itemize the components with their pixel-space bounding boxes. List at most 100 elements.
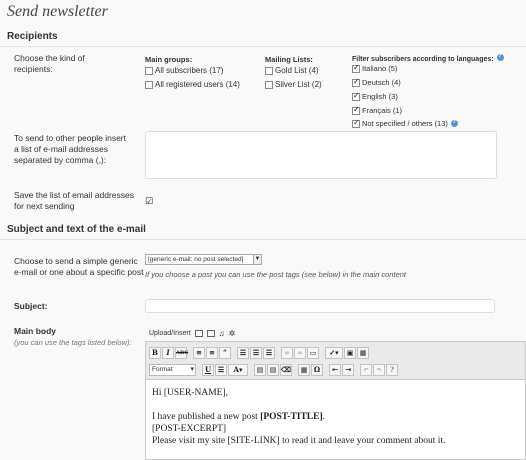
checkbox-silver-list[interactable]: Silver List (2) [265, 80, 322, 89]
subject-input[interactable] [145, 299, 495, 313]
save-list-checkbox[interactable]: ☑ [145, 196, 153, 207]
toolbar-row-2: Format U ☰ A▾ ▤ ▤ ⌫ ▦ Ω ⇤ ⇥ ↶ ↷ ? [149, 364, 398, 376]
spellcheck-button[interactable]: ✓▾ [325, 347, 343, 359]
checkbox-label: Français (1) [362, 106, 403, 115]
checkbox-box[interactable] [352, 77, 360, 87]
paste-word-button[interactable]: ▤ [267, 364, 279, 376]
align-center-button[interactable]: ☰ [250, 347, 262, 359]
chevron-down-icon[interactable]: ▼ [253, 255, 261, 264]
main-body-title: Main body [14, 326, 57, 336]
checkbox-box[interactable] [145, 66, 153, 75]
redo-button[interactable]: ↷ [373, 364, 385, 376]
bullet-list-button[interactable]: ≡ [193, 347, 205, 359]
numbered-list-button[interactable]: ≡ [206, 347, 218, 359]
upload-insert-label: Upload/Insert [149, 330, 191, 337]
recipients-kind-label: Choose the kind of recipients: [14, 53, 85, 74]
editor-toolbar: B I ABC ≡ ≡ “ ☰ ☰ ☰ ∞ ∞ ▭ ✓▾ ▣ ▦ Format … [146, 342, 525, 380]
other-emails-label: To send to other people insert a list of… [14, 133, 126, 165]
rich-text-editor[interactable]: B I ABC ≡ ≡ “ ☰ ☰ ☰ ∞ ∞ ▭ ✓▾ ▣ ▦ Format … [145, 341, 526, 460]
save-list-label: Save the list of email addresses for nex… [14, 190, 135, 211]
recipients-section-title: Recipients [7, 31, 58, 42]
body-visit-line: Please visit my site [SITE-LINK] to read… [152, 436, 446, 446]
link-button[interactable]: ∞ [281, 347, 293, 359]
checkbox-label: Silver List (2) [275, 80, 322, 89]
main-body-label: Main body (you can use the tags listed b… [14, 326, 134, 348]
post-hint: If you choose a post you can use the pos… [145, 270, 406, 279]
indent-button[interactable]: ⇥ [342, 364, 354, 376]
checkbox-lang-italiano[interactable]: Italiano (5) [352, 63, 398, 73]
checkbox-gold-list[interactable]: Gold List (4) [265, 66, 319, 75]
subject-label: Subject: [14, 301, 48, 311]
add-media-icon[interactable]: ✲ [229, 329, 236, 338]
justify-button[interactable]: ☰ [215, 364, 227, 376]
bold-button[interactable]: B [149, 347, 161, 359]
outdent-button[interactable]: ⇤ [329, 364, 341, 376]
body-published-line: I have published a new post [POST-TITLE]… [152, 411, 519, 423]
checkbox-box[interactable] [145, 80, 153, 89]
blockquote-button[interactable]: “ [219, 347, 231, 359]
body-published-suffix: . [322, 412, 326, 422]
mailing-lists-heading: Mailing Lists: [265, 55, 313, 64]
checkbox-box[interactable] [265, 66, 273, 75]
checkbox-label: Deutsch (4) [362, 78, 401, 87]
toolbar-row-1: B I ABC ≡ ≡ “ ☰ ☰ ☰ ∞ ∞ ▭ ✓▾ ▣ ▦ [149, 347, 369, 359]
post-select[interactable]: [generic e-mail: no post selected] ▼ [145, 254, 262, 265]
checkbox-box[interactable] [352, 118, 360, 128]
text-color-button[interactable]: A▾ [228, 364, 248, 376]
fullscreen-button[interactable]: ▣ [344, 347, 356, 359]
special-char-button[interactable]: Ω [311, 364, 323, 376]
body-published-prefix: I have published a new post [152, 412, 261, 422]
checkbox-lang-deutsch[interactable]: Deutsch (4) [352, 77, 401, 87]
checkbox-label: All registered users (14) [155, 80, 240, 89]
divider [0, 46, 526, 47]
checkbox-box[interactable] [352, 91, 360, 101]
checkbox-label: Italiano (5) [362, 64, 398, 73]
format-select[interactable]: Format [149, 364, 196, 376]
align-right-button[interactable]: ☰ [263, 347, 275, 359]
body-excerpt-tag: [POST-EXCERPT] [152, 424, 227, 434]
post-choice-label: Choose to send a simple generic e-mail o… [14, 256, 144, 277]
body-greeting: Hi [USER-NAME], [152, 388, 228, 398]
help-icon[interactable] [450, 119, 458, 127]
add-video-icon[interactable] [206, 330, 215, 337]
other-emails-textarea[interactable] [145, 131, 497, 179]
italic-button[interactable]: I [162, 347, 174, 359]
checkbox-box[interactable] [352, 63, 360, 73]
checkbox-lang-english[interactable]: English (3) [352, 91, 398, 101]
checkbox-label: Not specified / others (13) [362, 119, 448, 128]
add-image-icon[interactable] [194, 330, 203, 337]
editor-content[interactable]: Hi [USER-NAME], I have published a new p… [146, 380, 525, 454]
post-select-value: [generic e-mail: no post selected] [148, 256, 244, 263]
checkbox-all-registered-users[interactable]: All registered users (14) [145, 80, 240, 89]
add-audio-icon[interactable]: ♫ [219, 329, 225, 338]
paste-text-button[interactable]: ▤ [254, 364, 266, 376]
checkbox-label: Gold List (4) [275, 66, 319, 75]
divider [0, 239, 526, 240]
strikethrough-button[interactable]: ABC [175, 347, 188, 359]
checkbox-label: English (3) [362, 92, 398, 101]
checkbox-label: All subscribers (17) [155, 66, 224, 75]
help-icon[interactable] [496, 53, 504, 61]
media-button[interactable]: ▦ [298, 364, 310, 376]
page-title: Send newsletter [7, 3, 108, 20]
checkbox-box[interactable] [352, 105, 360, 115]
body-post-title-tag: [POST-TITLE] [260, 412, 323, 422]
upload-insert-bar: Upload/Insert ♫ ✲ [149, 329, 235, 338]
languages-heading: Filter subscribers according to language… [352, 53, 504, 63]
underline-button[interactable]: U [202, 364, 214, 376]
checkbox-lang-francais[interactable]: Français (1) [352, 105, 403, 115]
unlink-button[interactable]: ∞ [294, 347, 306, 359]
checkbox-all-subscribers[interactable]: All subscribers (17) [145, 66, 223, 75]
main-body-sublabel: (you can use the tags listed below): [14, 338, 132, 347]
more-tag-button[interactable]: ▭ [307, 347, 319, 359]
checkbox-lang-not-specified[interactable]: Not specified / others (13) [352, 118, 458, 128]
main-groups-heading: Main groups: [145, 55, 193, 64]
remove-format-button[interactable]: ⌫ [280, 364, 292, 376]
languages-heading-text: Filter subscribers according to language… [352, 56, 494, 63]
help-button[interactable]: ? [386, 364, 398, 376]
subject-section-title: Subject and text of the e-mail [7, 224, 146, 235]
checkbox-box[interactable] [265, 80, 273, 89]
kitchen-sink-button[interactable]: ▦ [357, 347, 369, 359]
undo-button[interactable]: ↶ [360, 364, 372, 376]
align-left-button[interactable]: ☰ [237, 347, 249, 359]
